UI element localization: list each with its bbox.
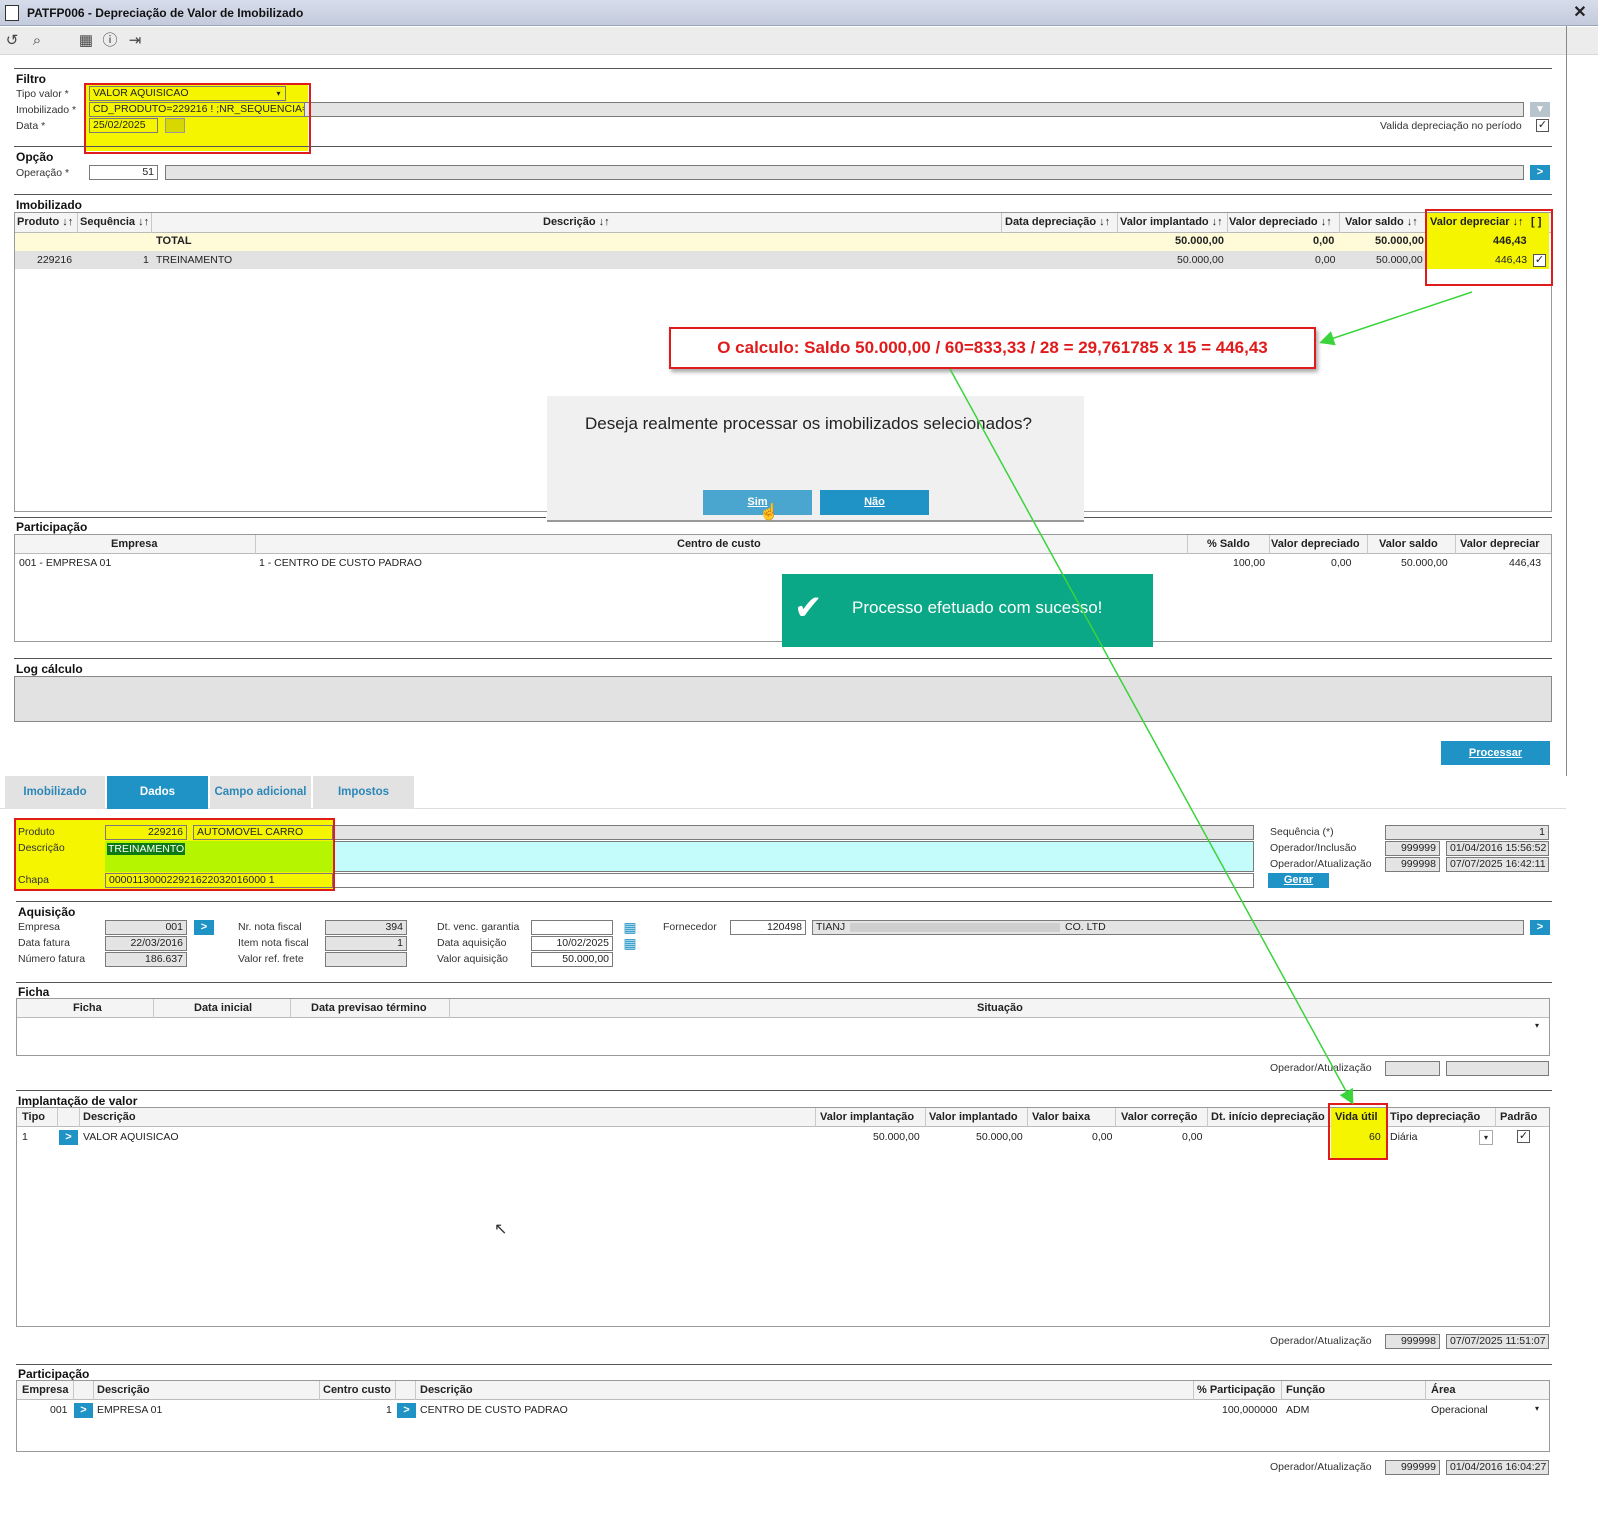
arrow-to-vida-util	[949, 368, 1354, 1105]
arrow-to-calculation	[1319, 291, 1473, 346]
annotation-arrows	[949, 291, 1473, 1105]
